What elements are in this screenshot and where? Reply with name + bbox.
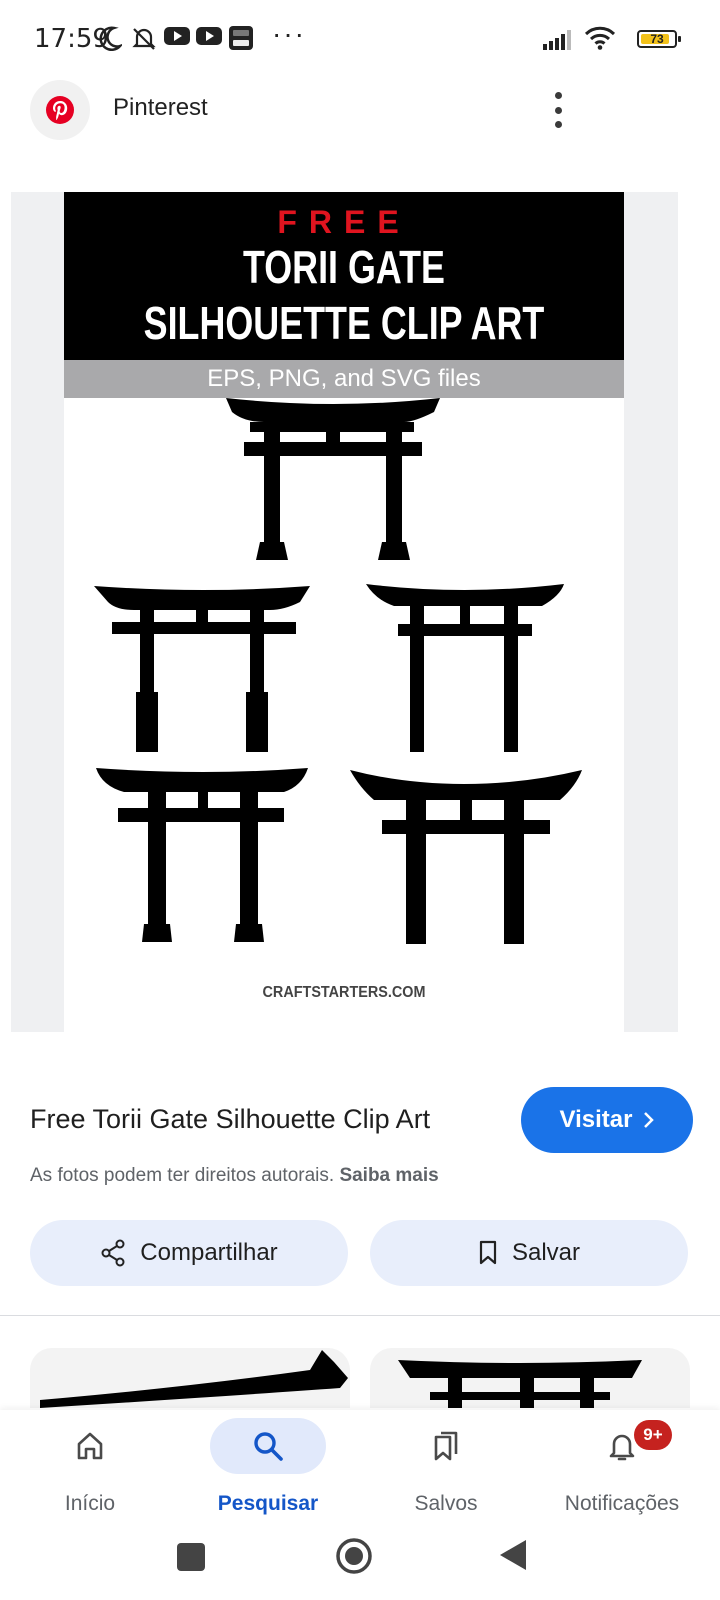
dot-icon: [554, 92, 562, 99]
youtube-icon: [164, 27, 190, 45]
back-button[interactable]: [498, 1538, 528, 1572]
share-icon: [101, 1239, 125, 1267]
dot-icon: [554, 121, 562, 128]
related-pin-image: [40, 1350, 348, 1408]
bottom-navigation: Início Pesquisar Salvos 9+ Notificações: [0, 1410, 720, 1530]
torii-silhouettes: [94, 398, 582, 944]
nav-notifications-label: Notificações: [564, 1492, 680, 1515]
notification-badge: 9+: [634, 1420, 672, 1450]
chevron-right-icon: [644, 1112, 655, 1128]
nav-search[interactable]: Pesquisar: [178, 1410, 358, 1530]
related-pin[interactable]: [370, 1348, 690, 1408]
poster-title-line1: TORII GATE: [242, 241, 445, 293]
visit-button[interactable]: Visitar: [521, 1087, 693, 1153]
nav-home-label: Início: [64, 1492, 116, 1515]
related-pin[interactable]: [30, 1348, 350, 1408]
share-label: Compartilhar: [140, 1239, 278, 1266]
torii-gate-icon: [366, 584, 564, 752]
home-icon: [32, 1418, 148, 1474]
system-navigation-bar: [0, 1530, 720, 1600]
app-title: Pinterest: [113, 94, 208, 121]
learn-more-link[interactable]: Saiba mais: [339, 1165, 438, 1186]
dot-icon: [554, 106, 562, 114]
poster-free-label: FREE: [277, 204, 411, 240]
visit-label: Visitar: [559, 1106, 633, 1133]
nav-search-label: Pesquisar: [217, 1492, 319, 1515]
battery-icon: 73: [637, 30, 681, 48]
status-overflow: ···: [272, 18, 306, 49]
signal-icon: [543, 30, 571, 50]
bookmarks-icon: [388, 1418, 504, 1474]
battery-level: 73: [650, 32, 664, 46]
torii-gate-icon: [350, 770, 582, 944]
torii-gate-icon: [226, 398, 440, 560]
pin-image[interactable]: FREE TORII GATE SILHOUETTE CLIP ART EPS,…: [64, 192, 624, 1032]
search-icon: [210, 1418, 326, 1474]
recents-button[interactable]: [176, 1542, 206, 1572]
related-pin-image: [398, 1360, 642, 1408]
nav-saved[interactable]: Salvos: [356, 1410, 536, 1530]
copyright-notice: As fotos podem ter direitos autorais. Sa…: [30, 1165, 439, 1187]
save-button[interactable]: Salvar: [370, 1220, 688, 1286]
nav-home[interactable]: Início: [0, 1410, 180, 1530]
nav-notifications[interactable]: 9+ Notificações: [532, 1410, 712, 1530]
app-icon: [229, 26, 253, 50]
poster-title-line2: SILHOUETTE CLIP ART: [143, 297, 545, 349]
more-options-button[interactable]: [548, 92, 568, 128]
pinterest-app-icon[interactable]: [30, 80, 90, 140]
youtube-icon: [196, 27, 222, 45]
poster-credit: CRAFTSTARTERS.COM: [262, 984, 426, 1001]
copyright-text: As fotos podem ter direitos autorais.: [30, 1165, 335, 1186]
pinterest-logo-icon: [46, 96, 74, 124]
torii-gate-icon: [94, 586, 310, 752]
nav-saved-label: Salvos: [414, 1492, 478, 1515]
share-button[interactable]: Compartilhar: [30, 1220, 348, 1286]
home-button[interactable]: [334, 1536, 374, 1576]
bell-off-icon: [132, 28, 156, 50]
bookmark-icon: [479, 1240, 497, 1265]
section-divider: [0, 1315, 720, 1316]
save-label: Salvar: [511, 1239, 581, 1266]
pin-title: Free Torii Gate Silhouette Clip Art: [30, 1104, 431, 1134]
moon-icon: [99, 26, 122, 51]
torii-gate-icon: [96, 768, 308, 942]
wifi-icon: [584, 26, 616, 50]
status-bar: 17:59 ··· 73: [0, 0, 720, 80]
